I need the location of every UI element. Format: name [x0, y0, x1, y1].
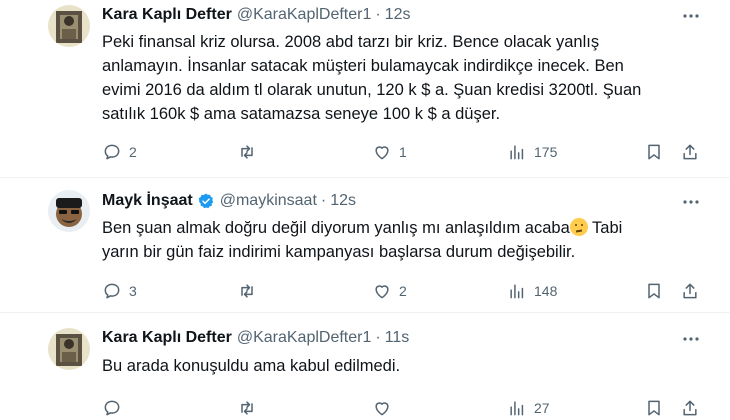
author-handle[interactable]: @KaraKaplDefter1: [237, 329, 372, 347]
views-count: 148: [534, 283, 558, 299]
bookmark-icon: [648, 144, 660, 160]
reply-count: 2: [129, 144, 137, 160]
author-handle[interactable]: @maykinsaat: [220, 192, 317, 210]
tweet-actions: 27: [102, 396, 702, 420]
reply-count: 3: [129, 283, 137, 299]
share-button[interactable]: [680, 279, 700, 303]
views-count: 27: [534, 400, 550, 416]
avatar-kara-kapli-defter[interactable]: [48, 328, 90, 370]
retweet-icon: [241, 284, 253, 298]
share-icon: [683, 144, 697, 160]
views-icon: [510, 284, 524, 299]
more-options-icon[interactable]: [680, 328, 702, 350]
timestamp[interactable]: 11s: [385, 329, 410, 347]
verified-badge-icon: [197, 192, 215, 210]
reply-icon: [104, 144, 120, 160]
thinking-face-emoji-icon: [569, 218, 588, 236]
share-icon: [683, 283, 697, 299]
reply-button[interactable]: 3: [102, 279, 137, 303]
like-count: 1: [399, 144, 407, 160]
tweet-3[interactable]: Kara Kaplı Defter @KaraKaplDefter1 · 11s…: [0, 313, 730, 420]
timestamp[interactable]: 12s: [385, 6, 411, 24]
author-name[interactable]: Kara Kaplı Defter: [102, 329, 232, 347]
bookmark-button[interactable]: [644, 396, 664, 420]
more-options-icon[interactable]: [680, 191, 702, 213]
like-count: 2: [399, 283, 407, 299]
author-handle[interactable]: @KaraKaplDefter1: [237, 6, 372, 24]
timestamp[interactable]: 12s: [330, 192, 356, 210]
tweet-2[interactable]: Mayk İnşaat @maykinsaat · 12s Ben şuan a…: [0, 178, 730, 308]
heart-icon: [375, 146, 389, 160]
avatar-mayk-insaat[interactable]: [48, 190, 90, 232]
reply-button[interactable]: [102, 396, 122, 420]
author-name[interactable]: Kara Kaplı Defter: [102, 6, 232, 24]
more-options-icon[interactable]: [680, 5, 702, 27]
separator-dot: ·: [320, 192, 327, 209]
retweet-icon: [241, 401, 253, 415]
tweet-text-line1-tail: Tabi: [587, 219, 623, 237]
views-icon: [510, 401, 524, 416]
tweet-text: Bu arada konuşuldu ama kabul edilmedi.: [102, 357, 401, 375]
tweet-actions: 2 1 175: [102, 140, 702, 164]
tweet-text-line1: Ben şuan almak doğru değil diyorum yanlı…: [102, 219, 570, 237]
views-button[interactable]: 175: [507, 140, 557, 164]
bookmark-button[interactable]: [644, 140, 664, 164]
views-button[interactable]: 148: [507, 279, 557, 303]
reply-icon: [104, 283, 120, 299]
author-name[interactable]: Mayk İnşaat: [102, 192, 193, 210]
tweet-1[interactable]: Kara Kaplı Defter @KaraKaplDefter1 · 12s…: [0, 0, 730, 180]
retweet-button[interactable]: [237, 279, 257, 303]
retweet-button[interactable]: [237, 140, 257, 164]
like-button[interactable]: 1: [372, 140, 407, 164]
retweet-icon: [241, 145, 253, 159]
reply-button[interactable]: 2: [102, 140, 137, 164]
like-button[interactable]: [372, 396, 392, 420]
views-count: 175: [534, 144, 558, 160]
tweet-text-line2: yarın bir gün faiz indirimi kampanyası b…: [102, 243, 576, 261]
share-button[interactable]: [680, 396, 700, 420]
separator-dot: ·: [375, 329, 381, 346]
share-button[interactable]: [680, 140, 700, 164]
like-button[interactable]: 2: [372, 279, 407, 303]
heart-icon: [375, 285, 389, 299]
reply-icon: [104, 400, 120, 416]
separator-dot: ·: [375, 6, 381, 23]
tweet-text: Peki finansal kriz olursa. 2008 abd tarz…: [102, 33, 642, 123]
retweet-button[interactable]: [237, 396, 257, 420]
views-icon: [510, 145, 524, 160]
share-icon: [683, 400, 697, 416]
views-button[interactable]: 27: [507, 396, 550, 420]
tweet-text: Ben şuan almak doğru değil diyorum yanlı…: [102, 216, 702, 264]
heart-icon: [375, 402, 389, 416]
bookmark-icon: [648, 283, 660, 299]
tweet-actions: 3 2 148: [102, 279, 702, 303]
bookmark-icon: [648, 400, 660, 416]
bookmark-button[interactable]: [644, 279, 664, 303]
avatar-kara-kapli-defter[interactable]: [48, 5, 90, 47]
